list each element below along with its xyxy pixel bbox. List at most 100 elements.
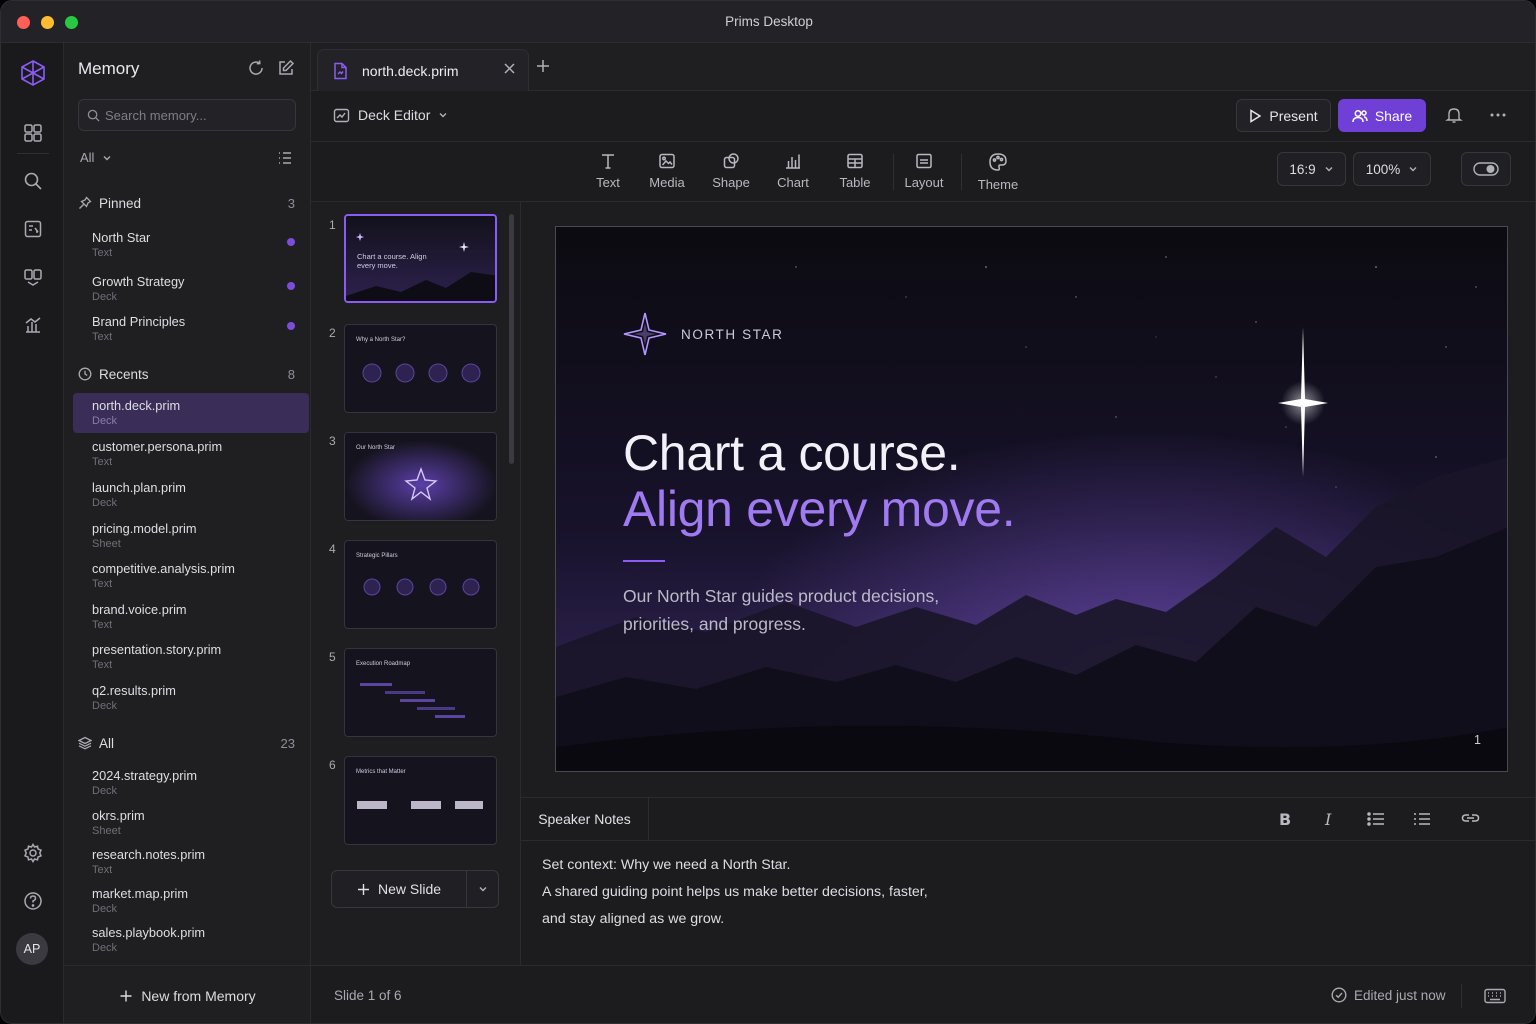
tool-table[interactable]: Table [825,152,885,196]
sort-list-icon[interactable] [277,150,293,169]
link-icon[interactable] [1461,811,1480,830]
slide-thumbnail-3[interactable]: Our North Star [344,432,497,521]
slide-thumbnail-4[interactable]: Strategic Pillars [344,540,497,629]
slide-list: 1 Chart a course. Align every move. 2 Wh… [311,202,521,965]
zoom-dropdown[interactable]: 100% [1353,152,1431,186]
recents-section-header[interactable]: Recents 8 [78,364,298,384]
new-slide-dropdown[interactable] [467,884,498,894]
all-item[interactable]: 2024.strategy.prim Deck [73,763,309,803]
all-item[interactable]: research.notes.prim Text [73,842,309,882]
recent-item[interactable]: competitive.analysis.prim Text [73,556,309,596]
tool-text[interactable]: Text [578,152,638,196]
logo-icon[interactable] [18,58,48,88]
slide-thumbnail-1[interactable]: Chart a course. Align every move. [344,214,497,303]
item-type: Text [92,331,113,343]
speaker-notes-tab[interactable]: Speaker Notes [521,798,649,840]
item-name: competitive.analysis.prim [92,561,235,576]
tab-north-deck[interactable]: north.deck.prim [317,49,529,91]
memory-search-input[interactable]: Search memory... [78,99,296,131]
pin-icon [79,196,92,209]
recent-item[interactable]: q2.results.prim Deck [73,678,309,718]
avatar[interactable]: AP [16,933,48,965]
slide-number: 2 [329,326,336,340]
pinned-section-header[interactable]: Pinned 3 [78,193,298,213]
italic-icon[interactable]: I [1325,810,1331,829]
tool-shape[interactable]: Shape [701,152,761,196]
refresh-icon[interactable] [247,59,265,77]
item-name: north.deck.prim [92,398,181,413]
tool-chart[interactable]: Chart [763,152,823,196]
present-button[interactable]: Present [1236,99,1331,132]
recent-item[interactable]: customer.persona.prim Text [73,434,309,474]
grid-icon[interactable] [18,118,48,148]
search-icon[interactable] [18,166,48,196]
help-icon[interactable] [18,886,48,916]
all-item[interactable]: sales.playbook.prim Deck [73,920,309,960]
speaker-notes-panel: Speaker Notes B I Set context: Why we ne… [521,797,1535,965]
share-button[interactable]: Share [1338,99,1426,132]
bulleted-list-icon[interactable] [1367,811,1385,832]
status-bar: Slide 1 of 6 Edited just now [311,965,1535,1023]
slide-thumbnail-5[interactable]: Execution Roadmap [344,648,497,737]
bell-icon[interactable] [1445,106,1463,127]
pinned-item[interactable]: Brand Principles Text [73,309,309,349]
tool-layout[interactable]: Layout [894,152,954,196]
new-from-memory-label: New from Memory [141,987,256,1004]
item-name: customer.persona.prim [92,439,223,454]
compose-icon[interactable] [277,59,295,77]
item-type: Text [92,619,113,631]
new-from-memory-button[interactable]: New from Memory [64,965,311,1023]
recent-item[interactable]: brand.voice.prim Text [73,597,309,637]
all-item[interactable]: okrs.prim Sheet [73,803,309,843]
item-type: Text [92,578,113,590]
memory-filter-label: All [80,150,95,165]
chart-icon[interactable] [18,310,48,340]
close-icon[interactable] [503,62,516,78]
item-name: presentation.story.prim [92,642,222,657]
pinned-item[interactable]: North Star Text [73,225,309,265]
numbered-list-icon[interactable] [1413,811,1431,832]
keyboard-icon[interactable] [1484,988,1506,1007]
all-section-header[interactable]: All 23 [78,733,298,753]
recent-item[interactable]: launch.plan.prim Deck [73,475,309,515]
slide-thumbnail-2[interactable]: Why a North Star? [344,324,497,413]
recent-item[interactable]: presentation.story.prim Text [73,637,309,677]
aspect-ratio-dropdown[interactable]: 16:9 [1277,152,1346,186]
speaker-notes-editor[interactable]: Set context: Why we need a North Star. A… [542,852,928,932]
more-icon[interactable] [1489,106,1507,127]
play-icon [1250,108,1262,123]
item-name: brand.voice.prim [92,602,187,617]
window-title: Prims Desktop [725,14,813,29]
item-name: okrs.prim [92,808,145,823]
recent-item[interactable]: pricing.model.prim Sheet [73,516,309,556]
settings-icon[interactable] [18,838,48,868]
table-icon [847,153,863,169]
status-divider [1461,984,1462,1008]
memory-filter-dropdown[interactable]: All [80,150,112,165]
pinned-count: 3 [287,195,295,211]
bold-icon[interactable]: B [1279,810,1291,829]
all-label: All [99,735,115,751]
memory-icon[interactable] [18,214,48,244]
slide-number: 3 [329,434,336,448]
slide-1[interactable]: NORTH STAR Chart a course. Align every m… [555,226,1508,772]
slide-number: 1 [329,218,336,232]
pinned-item[interactable]: Growth Strategy Deck [73,269,309,309]
editor-mode-dropdown[interactable]: Deck Editor [333,107,448,123]
recent-item[interactable]: north.deck.prim Deck [73,393,309,433]
slide-thumbnail-6[interactable]: Metrics that Matter [344,756,497,845]
slide-list-scrollbar[interactable] [509,214,514,464]
tool-label: Text [596,175,620,190]
panel-toggle[interactable] [1461,152,1511,186]
tool-media[interactable]: Media [637,152,697,196]
new-tab-button[interactable] [535,58,551,77]
cards-icon[interactable] [18,262,48,292]
present-label: Present [1269,107,1318,124]
tool-theme[interactable]: Theme [968,152,1028,196]
users-icon [1352,109,1368,122]
all-item[interactable]: market.map.prim Deck [73,881,309,921]
slide-divider [623,560,665,562]
item-type: Sheet [92,825,121,837]
new-slide-button[interactable]: New Slide [332,871,467,907]
icon-rail: AP [1,43,64,1023]
